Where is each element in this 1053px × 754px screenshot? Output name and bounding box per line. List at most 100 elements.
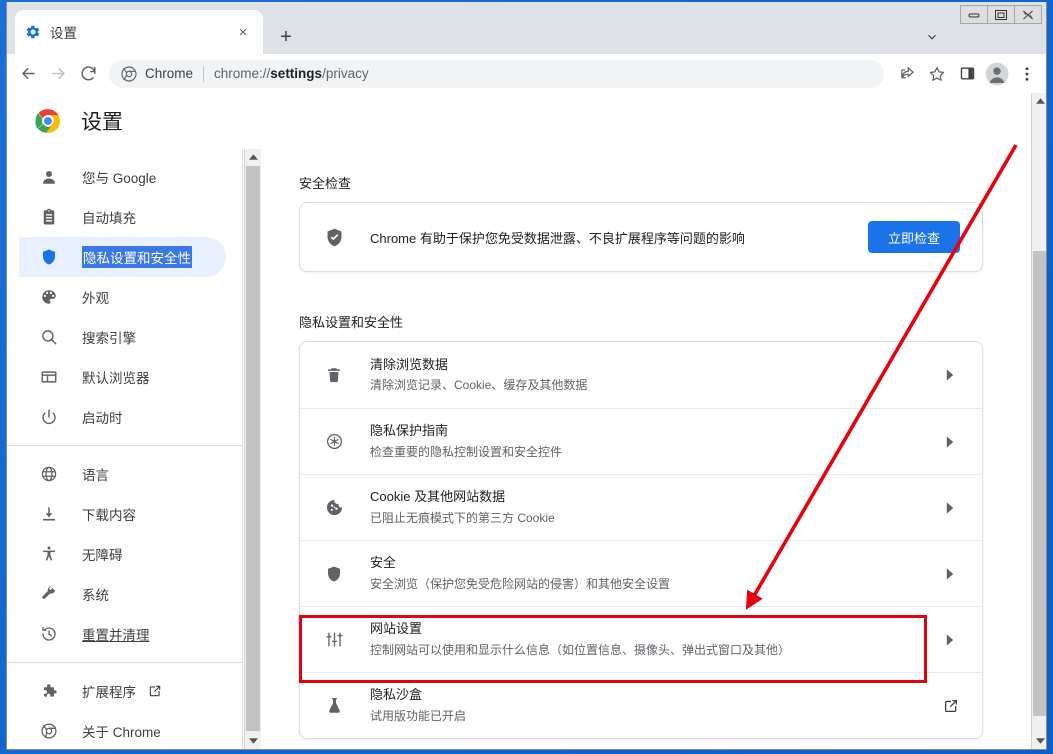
arrow-back-icon[interactable] — [13, 59, 43, 89]
sidebar-divider — [7, 662, 242, 663]
row-title: 隐私保护指南 — [370, 423, 449, 439]
sidebar-item-label: 默认浏览器 — [82, 371, 150, 386]
sidebar-item-label: 启动时 — [82, 411, 123, 426]
address-bar[interactable]: Chrome chrome://settings/privacy — [109, 59, 884, 88]
sidebar-scrollbar[interactable] — [244, 149, 261, 749]
scroll-up-arrow-icon[interactable] — [1032, 93, 1046, 109]
share-icon[interactable] — [892, 59, 922, 89]
sidebar-item-you-and-google[interactable]: 您与 Google — [19, 157, 226, 197]
sidebar-item-privacy-and-security[interactable]: 隐私设置和安全性 — [19, 237, 226, 277]
flask-icon — [324, 696, 344, 716]
trash-icon — [324, 365, 344, 385]
sidebar-item-label: 系统 — [82, 588, 109, 603]
section-title-privacy-and-security: 隐私设置和安全性 — [299, 315, 404, 330]
row-subtitle: 检查重要的隐私控制设置和安全控件 — [370, 444, 563, 459]
settings-gear-favicon-icon — [25, 24, 41, 40]
palette-icon — [39, 287, 59, 307]
reload-icon[interactable] — [73, 59, 103, 89]
sidebar-item-autofill[interactable]: 自动填充 — [19, 197, 226, 237]
safety-check-row: Chrome 有助于保护您免受数据泄露、不良扩展程序等问题的影响 立即检查 — [300, 203, 982, 271]
row-subtitle: 试用版功能已开启 — [370, 708, 467, 723]
minimize-icon[interactable] — [960, 5, 988, 24]
sidebar-item-label: 搜索引擎 — [82, 331, 136, 346]
url-scheme: chrome:// — [214, 66, 271, 81]
sidebar-item-label: 下载内容 — [82, 508, 136, 523]
chevron-right-icon — [940, 633, 960, 646]
tab-title: 设置 — [50, 26, 77, 41]
browser-tab-settings[interactable]: 设置 × — [15, 10, 263, 54]
sidebar-item-system[interactable]: 系统 — [19, 574, 226, 614]
sidebar-item-languages[interactable]: 语言 — [19, 454, 226, 494]
omnibox-separator — [203, 65, 205, 82]
shield-icon — [39, 247, 59, 267]
sidebar-item-extensions[interactable]: 扩展程序 — [19, 671, 226, 711]
wrench-icon — [39, 584, 59, 604]
row-text: 清除浏览数据 清除浏览记录、Cookie、缓存及其他数据 — [370, 355, 940, 396]
row-title: 隐私沙盒 — [370, 687, 423, 703]
sidebar-item-label: 您与 Google — [82, 171, 157, 186]
three-dot-menu-icon[interactable] — [1012, 59, 1042, 89]
row-text: 安全 安全浏览（保护您免受危险网站的侵害）和其他安全设置 — [370, 553, 940, 594]
scroll-up-arrow-icon[interactable] — [245, 149, 261, 165]
row-text: Cookie 及其他网站数据 已阻止无痕模式下的第三方 Cookie — [370, 487, 940, 528]
clipboard-icon — [39, 207, 59, 227]
url-path: /privacy — [322, 66, 369, 81]
sidebar-item-default-browser[interactable]: 默认浏览器 — [19, 357, 226, 397]
chrome-logo-icon — [35, 108, 61, 134]
scroll-down-arrow-icon[interactable] — [1032, 733, 1046, 749]
row-title: Cookie 及其他网站数据 — [370, 489, 506, 505]
toolbar-actions — [892, 59, 1042, 89]
close-icon[interactable] — [1014, 5, 1042, 24]
puzzle-icon — [39, 681, 59, 701]
row-security[interactable]: 安全 安全浏览（保护您免受危险网站的侵害）和其他安全设置 — [300, 540, 982, 606]
chevron-right-icon — [940, 435, 960, 448]
globe-icon — [39, 464, 59, 484]
page-scrollbar[interactable] — [1031, 93, 1046, 749]
row-clear-browsing-data[interactable]: 清除浏览数据 清除浏览记录、Cookie、缓存及其他数据 — [300, 342, 982, 408]
shield-icon — [324, 564, 344, 584]
row-text: 隐私沙盒 试用版功能已开启 — [370, 685, 942, 726]
privacy-guide-icon — [324, 432, 344, 452]
accessibility-icon — [39, 544, 59, 564]
side-panel-icon[interactable] — [952, 59, 982, 89]
omnibox-chip-label: Chrome — [145, 66, 194, 81]
check-now-button[interactable]: 立即检查 — [867, 221, 960, 253]
sidebar-item-label: 无障碍 — [82, 548, 123, 563]
chevron-right-icon — [940, 501, 960, 514]
sidebar-item-about-chrome[interactable]: 关于 Chrome — [19, 711, 226, 749]
avatar-icon[interactable] — [982, 59, 1012, 89]
external-link-icon — [942, 698, 960, 714]
row-subtitle: 安全浏览（保护您免受危险网站的侵害）和其他安全设置 — [370, 576, 671, 591]
sidebar-item-reset-and-clean-up[interactable]: 重置并清理 — [19, 614, 226, 654]
search-icon — [39, 327, 59, 347]
settings-header: 设置 — [7, 93, 1046, 149]
chevron-right-icon — [940, 369, 960, 381]
arrow-forward-icon — [43, 59, 73, 89]
sidebar-item-label: 关于 Chrome — [82, 725, 161, 740]
sidebar-item-appearance[interactable]: 外观 — [19, 277, 226, 317]
sidebar-item-label: 重置并清理 — [82, 628, 150, 643]
sidebar-item-accessibility[interactable]: 无障碍 — [19, 534, 226, 574]
chevron-down-icon[interactable] — [919, 25, 945, 49]
sidebar-item-on-startup[interactable]: 启动时 — [19, 397, 226, 437]
sidebar-item-downloads[interactable]: 下载内容 — [19, 494, 226, 534]
tab-close-icon[interactable]: × — [233, 22, 253, 42]
maximize-icon[interactable] — [987, 5, 1015, 24]
sidebar-item-search-engine[interactable]: 搜索引擎 — [19, 317, 226, 357]
settings-sidebar: 您与 Google 自动填充 隐私设置和安全性 外观 搜索引擎 默认浏览器 启动… — [7, 149, 243, 749]
sidebar-scroll-thumb[interactable] — [246, 166, 260, 731]
row-privacy-guide[interactable]: 隐私保护指南 检查重要的隐私控制设置和安全控件 — [300, 408, 982, 474]
tab-strip: 设置 × + — [7, 2, 1046, 54]
row-text: 隐私保护指南 检查重要的隐私控制设置和安全控件 — [370, 421, 940, 462]
external-link-icon — [148, 684, 162, 698]
power-icon — [39, 407, 59, 427]
chrome-outline-icon — [39, 721, 59, 741]
star-icon[interactable] — [922, 59, 952, 89]
page-scroll-thumb[interactable] — [1033, 251, 1046, 716]
sidebar-item-label: 隐私设置和安全性 — [82, 246, 192, 268]
sidebar-item-label: 扩展程序 — [82, 685, 136, 700]
new-tab-button[interactable]: + — [273, 24, 299, 50]
scroll-down-arrow-icon[interactable] — [245, 733, 261, 749]
row-cookies-and-site-data[interactable]: Cookie 及其他网站数据 已阻止无痕模式下的第三方 Cookie — [300, 474, 982, 540]
page-title: 设置 — [81, 111, 123, 134]
